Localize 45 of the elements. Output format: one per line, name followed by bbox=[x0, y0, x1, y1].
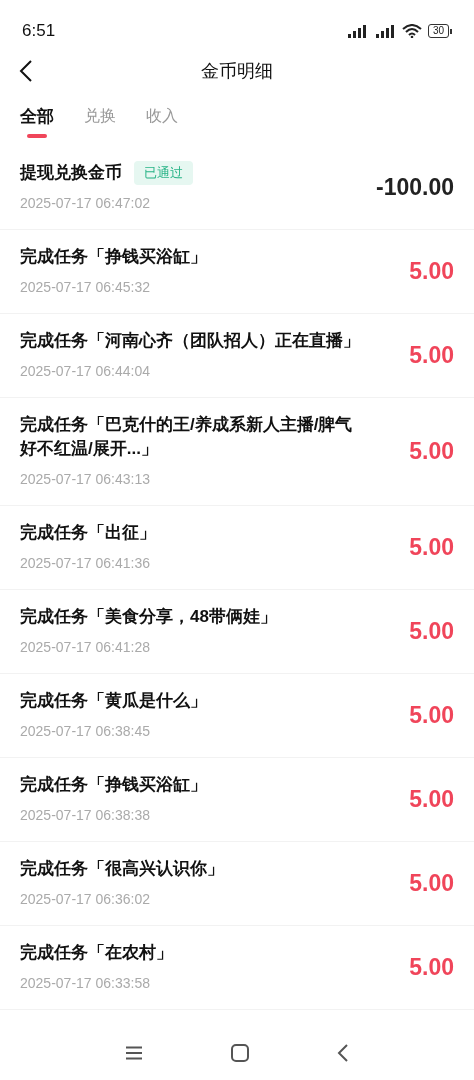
back-icon[interactable] bbox=[337, 1044, 349, 1062]
record-title: 完成任务「河南心齐（团队招人）正在直播」 bbox=[20, 330, 360, 352]
record-time: 2025-07-17 06:47:02 bbox=[20, 194, 151, 213]
record-time: 2025-07-17 06:33:58 bbox=[20, 974, 151, 993]
record-title: 完成任务「出征」 bbox=[20, 522, 156, 544]
record-amount: -100.00 bbox=[376, 173, 454, 203]
back-icon[interactable] bbox=[19, 59, 33, 83]
record-title: 完成任务「在农村」 bbox=[20, 942, 173, 964]
record-title: 完成任务「挣钱买浴缸」 bbox=[20, 246, 207, 268]
record-time: 2025-07-17 06:43:13 bbox=[20, 470, 151, 489]
signal-icon bbox=[345, 24, 368, 38]
wifi-icon bbox=[401, 24, 422, 38]
record-amount: 5.00 bbox=[409, 257, 454, 287]
record-time: 2025-07-17 06:38:45 bbox=[20, 722, 151, 741]
record-amount: 5.00 bbox=[409, 869, 454, 899]
record-amount: 5.00 bbox=[409, 953, 454, 983]
battery-icon: 30 bbox=[427, 24, 452, 38]
record-title: 完成任务「黄瓜是什么」 bbox=[20, 690, 207, 712]
page-title: 金币明细 bbox=[201, 59, 273, 83]
record-time: 2025-07-17 06:41:36 bbox=[20, 554, 151, 573]
signal-icon bbox=[373, 24, 396, 38]
record-title: 完成任务「很高兴认识你」 bbox=[20, 858, 224, 880]
record-title: 完成任务「挣钱买浴缸」 bbox=[20, 774, 207, 796]
record-amount: 5.00 bbox=[409, 533, 454, 563]
record-amount: 5.00 bbox=[409, 437, 454, 467]
menu-icon[interactable] bbox=[125, 1046, 143, 1060]
record-time: 2025-07-17 06:41:28 bbox=[20, 638, 151, 657]
tab-indicator bbox=[27, 133, 47, 138]
tab[interactable]: 全部 bbox=[20, 104, 54, 130]
record-amount: 5.00 bbox=[409, 701, 454, 731]
record-title: 提现兑换金币 bbox=[20, 162, 122, 184]
status-time: 6:51 bbox=[22, 20, 56, 43]
record-amount: 5.00 bbox=[409, 617, 454, 647]
record-amount: 5.00 bbox=[409, 785, 454, 815]
home-icon[interactable] bbox=[231, 1044, 249, 1062]
record-time: 2025-07-17 06:36:02 bbox=[20, 890, 151, 909]
record-time: 2025-07-17 06:45:32 bbox=[20, 278, 151, 297]
record-time: 2025-07-17 06:38:38 bbox=[20, 806, 151, 825]
record-title: 完成任务「巴克什的王/养成系新人主播/脾气好不红温/展开...」 bbox=[20, 414, 354, 460]
status-badge: 已通过 bbox=[134, 161, 193, 185]
record-title: 完成任务「美食分享，48带俩娃」 bbox=[20, 606, 277, 628]
record-amount: 5.00 bbox=[409, 341, 454, 371]
record-time: 2025-07-17 06:44:04 bbox=[20, 362, 151, 381]
tab[interactable]: 兑换 bbox=[84, 104, 116, 128]
tab[interactable]: 收入 bbox=[146, 104, 178, 128]
